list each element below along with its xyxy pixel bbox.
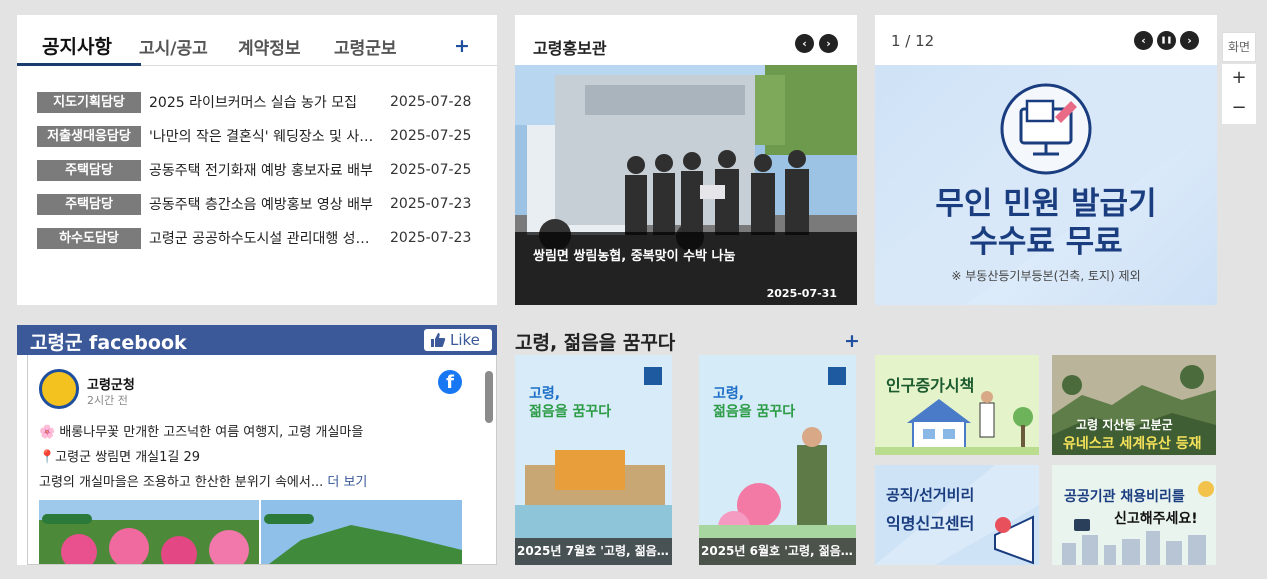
- facebook-photo-2[interactable]: [261, 500, 462, 564]
- zoom-label: 화면: [1222, 32, 1256, 62]
- banner-headline-line1: 무인 민원 발급기: [935, 186, 1157, 222]
- zoom-controls: 화면 + −: [1222, 32, 1256, 124]
- facebook-header: 고령군 facebook Like: [17, 325, 497, 355]
- notice-title[interactable]: '나만의 작은 결혼식' 웨딩장소 및 사…: [149, 126, 386, 146]
- youth-card-june[interactable]: 고령, 젊음을 꿈꾸다 2025년 6월호 '고령, 젊음을 꿈꾸다': [699, 355, 856, 565]
- facebook-like-button[interactable]: Like: [424, 329, 492, 351]
- facebook-post-line1: 🌸 배롱나무꽃 만개한 고즈넉한 여름 여행지, 고령 개실마을: [39, 425, 364, 440]
- zoom-out-button[interactable]: −: [1222, 94, 1256, 124]
- flower-photo-image: [39, 500, 259, 564]
- youth-card-caption: 2025년 7월호 '고령, 젊음을 꿈꾸다': [515, 538, 672, 565]
- hiring-report-banner[interactable]: 공공기관 채용비리를 신고해주세요!: [1052, 465, 1216, 565]
- banner-headline-line2: 수수료 무료: [969, 224, 1123, 260]
- list-item[interactable]: 주택담당 공동주택 전기화재 예방 홍보자료 배부 2025-07-25: [37, 153, 487, 187]
- notice-tabs: 공지사항 고시/공고 계약정보 고령군보 +: [17, 15, 497, 66]
- banner-prev-button[interactable]: ‹: [1134, 31, 1153, 50]
- thumbs-up-icon: [431, 333, 446, 347]
- tab-announcement[interactable]: 고시/공고: [139, 34, 208, 59]
- facebook-title: 고령군 facebook: [30, 332, 187, 354]
- facebook-post-photos[interactable]: [39, 500, 462, 564]
- list-item[interactable]: 주택담당 공동주택 층간소음 예방홍보 영상 배부 2025-07-23: [37, 187, 487, 221]
- youth-card-heading: 고령, 젊음을 꿈꾸다: [713, 385, 795, 421]
- banner-counter: 1 / 12: [891, 32, 935, 50]
- banner-pause-button[interactable]: ❚❚: [1157, 31, 1176, 50]
- notice-title[interactable]: 2025 라이브커머스 실습 농가 모집: [149, 92, 386, 112]
- facebook-scrollbar-thumb[interactable]: [485, 371, 493, 423]
- youth-card-heading-line2: 젊음을 꿈꾸다: [529, 404, 612, 420]
- youth-section-title: 고령, 젊음을 꿈꾸다: [515, 332, 676, 354]
- unesco-label-line1: 고령 지산동 고분군: [1076, 418, 1173, 432]
- facebook-like-label: Like: [450, 331, 480, 349]
- youth-card-july[interactable]: 고령, 젊음을 꿈꾸다 2025년 7월호 '고령, 젊음을 꿈꾸다': [515, 355, 672, 565]
- tab-notice[interactable]: 공지사항: [42, 32, 112, 59]
- banner-subtext: ※ 부동산등기부등본(건축, 토지) 제외: [951, 269, 1141, 283]
- dept-badge: 지도기획담당: [37, 91, 141, 113]
- notice-more-button[interactable]: +: [454, 35, 470, 57]
- facebook-post-line3-wrap: 고령의 개실마을은 조용하고 한산한 분위기 속에서... 더 보기: [39, 471, 367, 490]
- dept-badge: 주택담당: [37, 193, 141, 215]
- banner-slide[interactable]: 무인 민원 발급기 수수료 무료 ※ 부동산등기부등본(건축, 토지) 제외: [875, 65, 1217, 305]
- notice-date: 2025-07-28: [390, 94, 472, 110]
- notice-date: 2025-07-25: [390, 128, 472, 144]
- dept-badge: 저출생대응담당: [37, 125, 141, 147]
- notice-title[interactable]: 고령군 공공하수도시설 관리대행 성…: [149, 228, 386, 248]
- facebook-post-line3: 고령의 개실마을은 조용하고 한산한 분위기 속에서...: [39, 475, 324, 490]
- promo-date: 2025-07-31: [766, 287, 837, 300]
- population-policy-banner[interactable]: 인구증가시책: [875, 355, 1039, 455]
- facebook-page-name[interactable]: 고령군청: [87, 374, 135, 393]
- population-policy-label: 인구증가시책: [886, 376, 975, 395]
- corruption-report-banner[interactable]: 공직/선거비리 익명신고센터: [875, 465, 1039, 565]
- notice-date: 2025-07-23: [390, 196, 472, 212]
- notice-date: 2025-07-25: [390, 162, 472, 178]
- promo-panel: 고령홍보관 ‹ › 쌍림면 쌍림농협, 중복맞이 수박 나눔 2025-07-3…: [515, 15, 857, 305]
- promo-title: 고령홍보관: [533, 39, 607, 58]
- tab-gazette[interactable]: 고령군보: [334, 34, 397, 59]
- tab-contract[interactable]: 계약정보: [238, 34, 301, 59]
- facebook-logo-icon[interactable]: f: [438, 370, 462, 394]
- banner-panel: 1 / 12 ‹ ❚❚ › 무인 민원 발급기 수수료 무료 ※ 부동산등기부등…: [875, 15, 1217, 305]
- facebook-feed: 고령군청 2시간 전 f 🌸 배롱나무꽃 만개한 고즈넉한 여름 여행지, 고령…: [27, 355, 497, 565]
- facebook-panel: 고령군 facebook Like 고령군청 2시간 전 f 🌸 배롱나무꽃 만…: [17, 325, 497, 565]
- dept-badge: 주택담당: [37, 159, 141, 181]
- active-tab-indicator: [17, 63, 141, 66]
- banner-headline: 무인 민원 발급기 수수료 무료: [875, 185, 1217, 261]
- list-item[interactable]: 지도기획담당 2025 라이브커머스 실습 농가 모집 2025-07-28: [37, 85, 487, 119]
- house-icon: [875, 391, 1039, 455]
- corruption-report-line2: 익명신고센터: [886, 514, 975, 533]
- promo-photo[interactable]: 쌍림면 쌍림농협, 중복맞이 수박 나눔 2025-07-31: [515, 65, 857, 305]
- youth-card-heading: 고령, 젊음을 꿈꾸다: [529, 385, 611, 421]
- list-item[interactable]: 하수도담당 고령군 공공하수도시설 관리대행 성… 2025-07-23: [37, 221, 487, 255]
- hiring-report-line2: 신고해주세요!: [1114, 511, 1198, 527]
- notice-title[interactable]: 공동주택 층간소음 예방홍보 영상 배부: [149, 194, 386, 214]
- mountain-photo-image: [261, 500, 462, 564]
- youth-card-heading-line2: 젊음을 꿈꾸다: [713, 404, 796, 420]
- notice-panel: 공지사항 고시/공고 계약정보 고령군보 + 지도기획담당 2025 라이브커머…: [17, 15, 497, 305]
- facebook-see-more-link[interactable]: 더 보기: [327, 475, 367, 490]
- facebook-post-line2: 📍고령군 쌍림면 개실1길 29: [39, 450, 201, 465]
- banner-next-button[interactable]: ›: [1180, 31, 1199, 50]
- youth-more-button[interactable]: +: [844, 330, 860, 352]
- dept-badge: 하수도담당: [37, 227, 141, 249]
- avatar[interactable]: [39, 369, 79, 409]
- promo-caption-text[interactable]: 쌍림면 쌍림농협, 중복맞이 수박 나눔: [533, 245, 735, 264]
- facebook-photo-1[interactable]: [39, 500, 259, 564]
- list-item[interactable]: 저출생대응담당 '나만의 작은 결혼식' 웨딩장소 및 사… 2025-07-2…: [37, 119, 487, 153]
- promo-next-button[interactable]: ›: [819, 34, 838, 53]
- zoom-in-button[interactable]: +: [1222, 64, 1256, 94]
- promo-prev-button[interactable]: ‹: [795, 34, 814, 53]
- notice-title[interactable]: 공동주택 전기화재 예방 홍보자료 배부: [149, 160, 386, 180]
- corruption-report-line1: 공직/선거비리: [886, 486, 975, 504]
- youth-card-heading-line1: 고령,: [713, 386, 745, 402]
- unesco-label-line2: 유네스코 세계유산 등재: [1063, 436, 1202, 452]
- facebook-post-time: 2시간 전: [87, 394, 128, 407]
- facebook-scrollbar[interactable]: [483, 363, 495, 563]
- hiring-report-line1: 공공기관 채용비리를: [1064, 489, 1185, 505]
- promo-caption: 쌍림면 쌍림농협, 중복맞이 수박 나눔 2025-07-31: [515, 232, 857, 305]
- notice-list: 지도기획담당 2025 라이브커머스 실습 농가 모집 2025-07-28 저…: [37, 85, 487, 255]
- unesco-banner[interactable]: 고령 지산동 고분군 유네스코 세계유산 등재: [1052, 355, 1216, 455]
- youth-card-caption: 2025년 6월호 '고령, 젊음을 꿈꾸다': [699, 538, 856, 565]
- youth-card-heading-line1: 고령,: [529, 386, 561, 402]
- notice-date: 2025-07-23: [390, 230, 472, 246]
